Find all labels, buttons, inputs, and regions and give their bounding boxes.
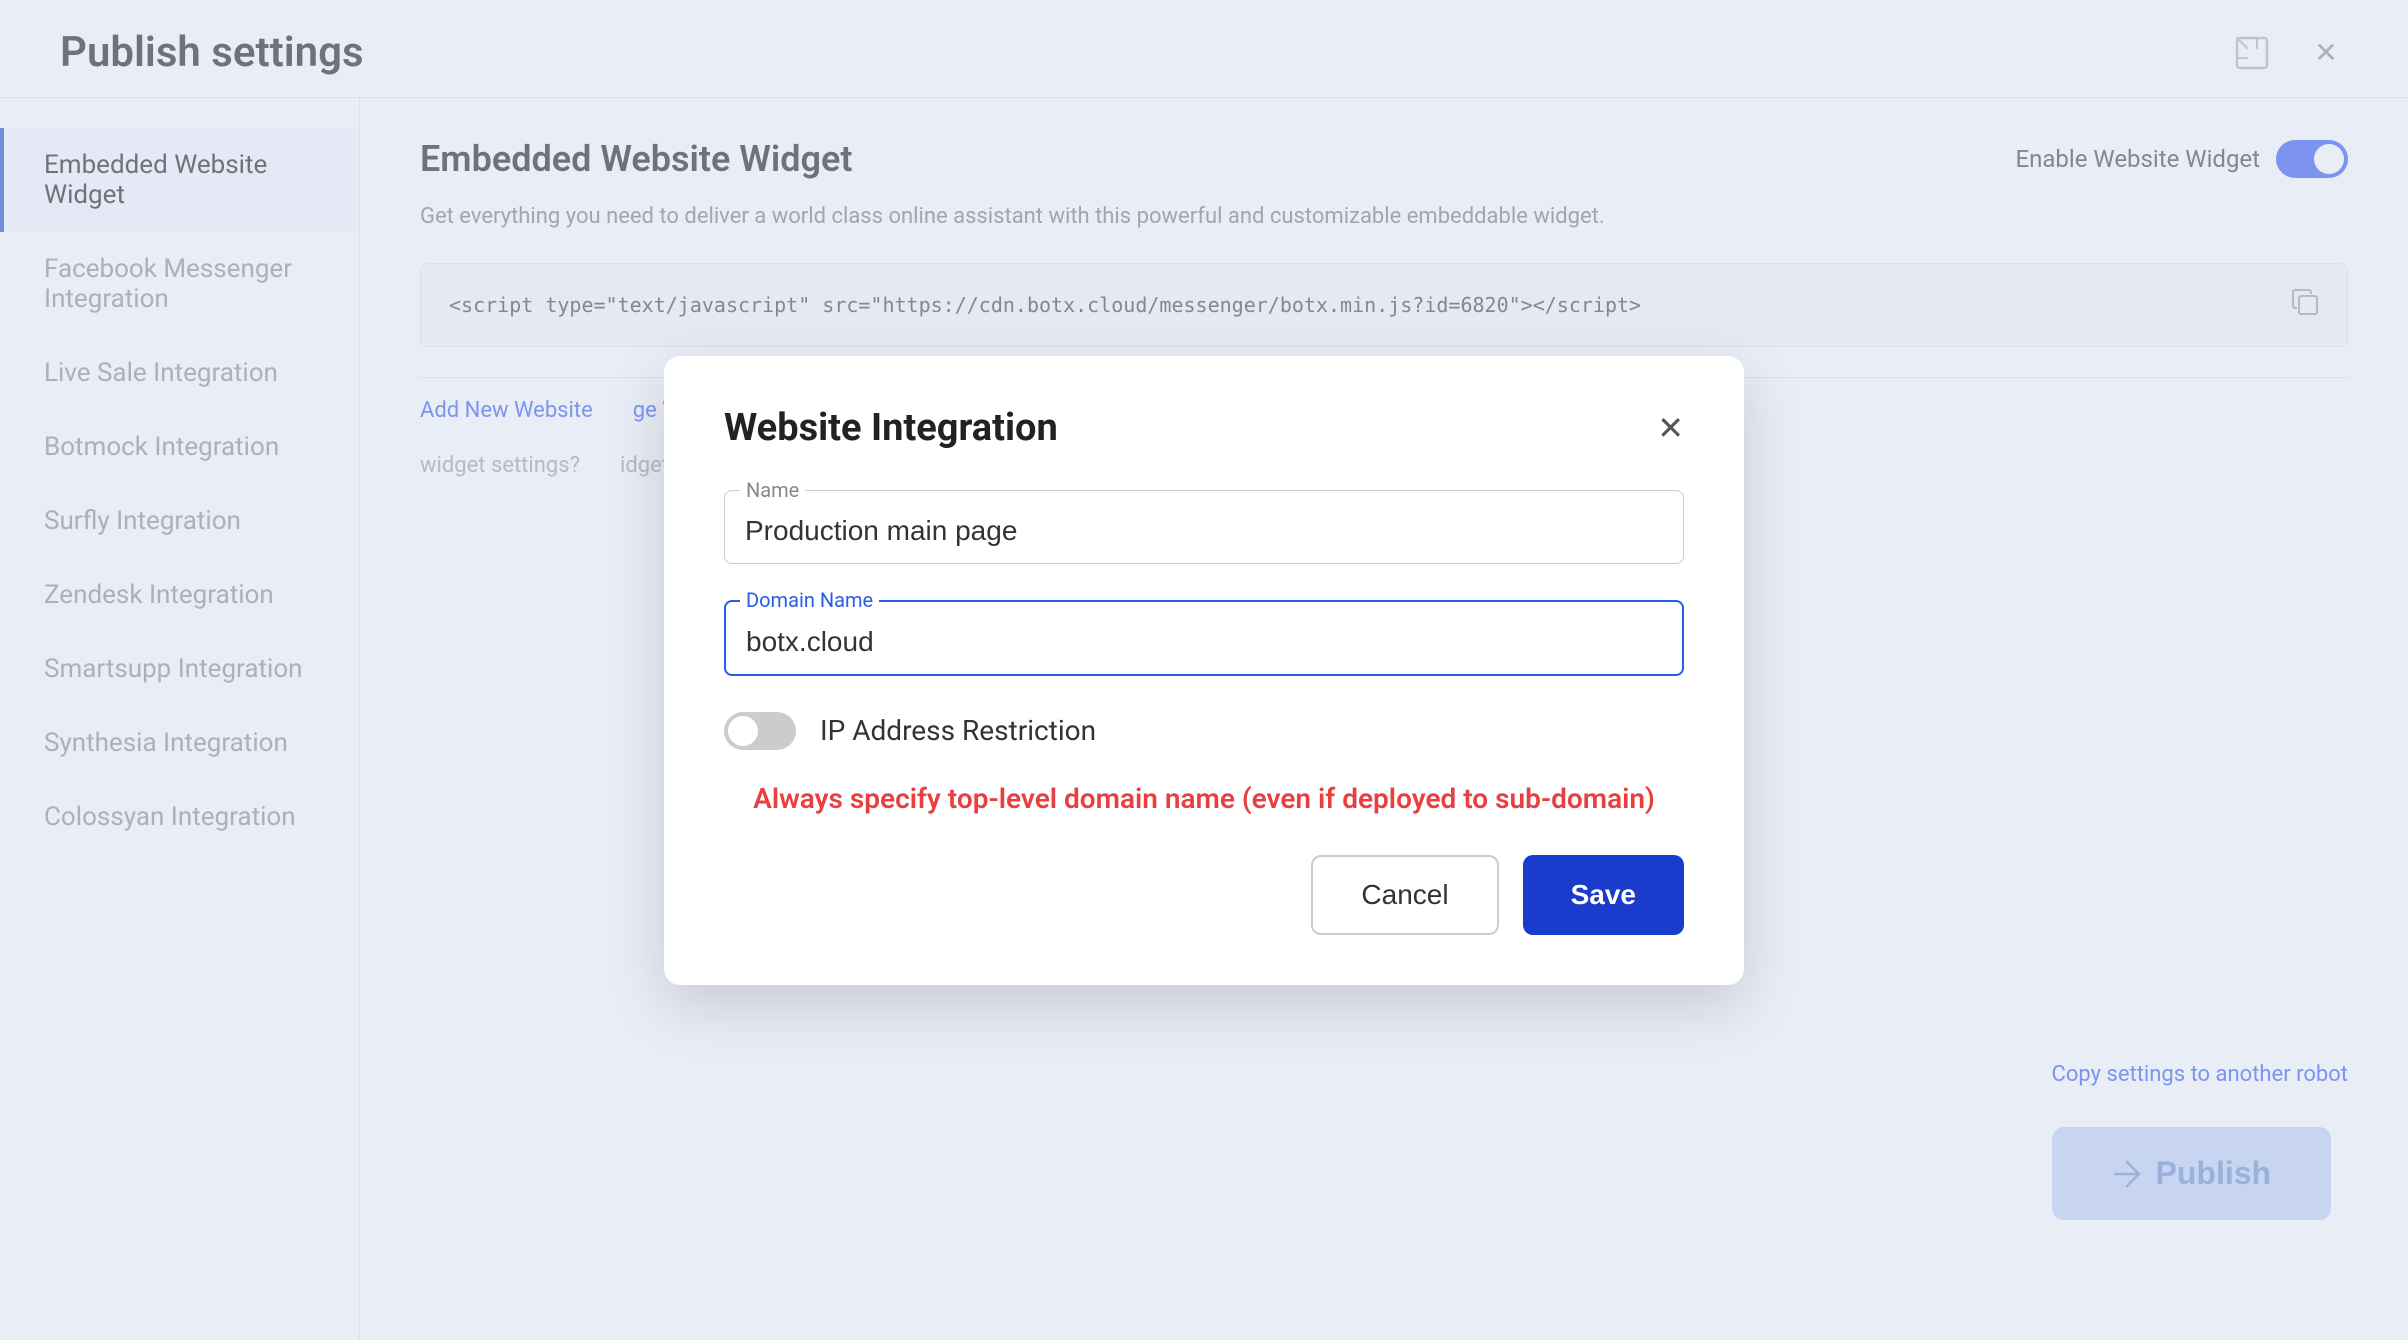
name-field-group: Name [724, 490, 1684, 564]
save-button[interactable]: Save [1523, 855, 1684, 935]
modal-header: Website Integration ✕ [724, 406, 1684, 450]
modal-footer: Cancel Save [724, 855, 1684, 935]
modal-overlay: Website Integration ✕ Name Domain Name I… [0, 0, 2408, 1340]
warning-text: Always specify top-level domain name (ev… [724, 782, 1684, 815]
cancel-button[interactable]: Cancel [1311, 855, 1498, 935]
ip-restriction-toggle[interactable] [724, 712, 796, 750]
ip-restriction-label: IP Address Restriction [820, 714, 1096, 747]
website-integration-modal: Website Integration ✕ Name Domain Name I… [664, 356, 1744, 985]
domain-field-group: Domain Name [724, 600, 1684, 676]
modal-close-button[interactable]: ✕ [1657, 412, 1684, 444]
name-input[interactable] [724, 490, 1684, 564]
modal-title: Website Integration [724, 406, 1058, 450]
domain-label: Domain Name [740, 588, 879, 612]
ip-restriction-row: IP Address Restriction [724, 712, 1684, 750]
name-label: Name [740, 478, 805, 502]
